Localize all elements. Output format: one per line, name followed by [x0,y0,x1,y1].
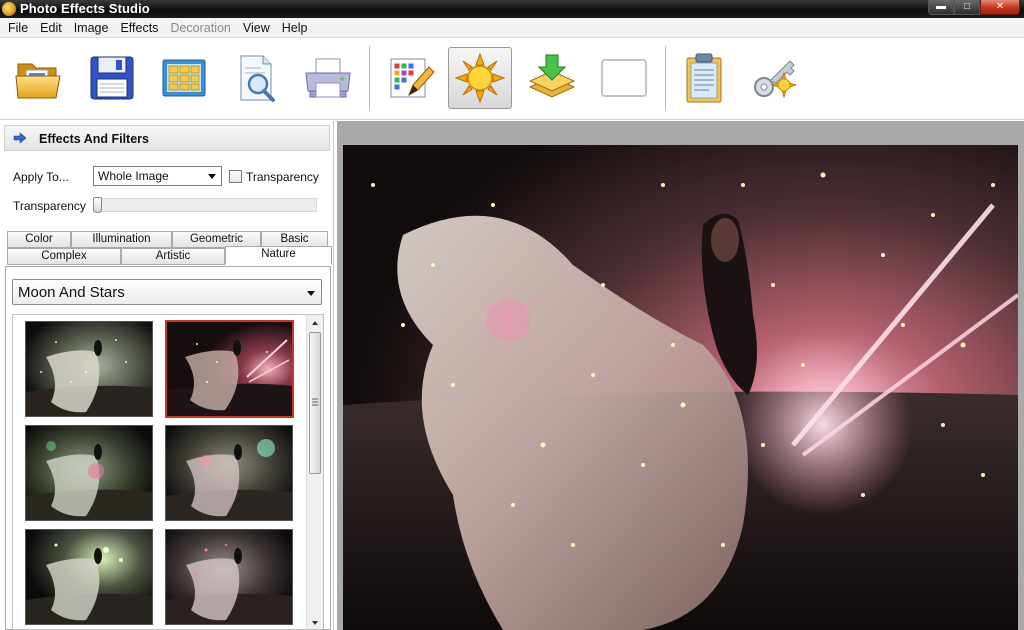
layers-download-icon [528,54,576,98]
blank-frame-button[interactable] [592,47,656,109]
thumbnail-image [26,426,152,520]
print-button[interactable] [296,47,360,109]
menu-view[interactable]: View [237,18,276,38]
apply-layers-button[interactable] [520,47,584,109]
edited-photo[interactable] [343,145,1018,630]
thumbnail-scrollbar[interactable] [306,315,323,629]
window-controls: ▬ □ ✕ [928,0,1020,16]
menu-image[interactable]: Image [68,18,115,38]
color-grid-edit-button[interactable] [378,47,442,109]
window-title: Photo Effects Studio [20,1,150,16]
sun-icon [454,52,506,104]
close-button[interactable]: ✕ [980,0,1020,15]
effect-select[interactable]: Moon And Stars [12,279,322,305]
open-folder-icon [15,63,61,99]
tab-complex[interactable]: Complex [7,248,121,265]
effect-thumbnail[interactable] [25,425,153,521]
apply-to-label: Apply To... [13,170,69,184]
menu-decoration[interactable]: Decoration [164,18,236,38]
effect-thumbnail-selected[interactable] [165,320,294,418]
effect-thumbnail[interactable] [165,425,293,521]
apply-to-select[interactable]: Whole Image [93,166,222,186]
thumbnail-image [166,530,292,624]
arrow-right-icon [13,132,27,144]
tab-nature[interactable]: Nature [225,246,332,265]
transparency-checkbox-label: Transparency [246,170,319,184]
thumbnail-image [26,530,152,624]
chevron-down-icon [312,621,318,625]
transparency-checkbox[interactable] [229,170,242,183]
tab-color[interactable]: Color [7,231,71,248]
panel-title: Effects And Filters [39,132,149,146]
clipboard-icon [686,53,722,103]
menu-bar: File Edit Image Effects Decoration View … [0,18,1024,38]
chevron-up-icon [312,321,318,325]
title-bar: Photo Effects Studio ▬ □ ✕ [0,0,1024,18]
app-palette-icon [2,2,16,16]
effects-button[interactable] [448,47,512,109]
image-canvas [337,121,1024,630]
toolbar [0,38,1024,120]
grip-icon [312,398,318,406]
tab-illumination[interactable]: Illumination [71,231,172,248]
blank-frame-icon [601,59,647,97]
clipboard-button[interactable] [672,47,736,109]
scroll-down-button[interactable] [307,615,323,629]
menu-help[interactable]: Help [276,18,314,38]
open-button[interactable] [8,47,72,109]
printer-icon [305,58,351,98]
chevron-down-icon [307,291,315,296]
save-disk-icon [90,56,134,100]
grid-pencil-icon [390,58,435,98]
scroll-up-button[interactable] [307,315,323,331]
effects-panel: Effects And Filters Apply To... Whole Im… [0,121,334,630]
menu-edit[interactable]: Edit [34,18,68,38]
toolbar-separator [665,46,666,110]
preview-button[interactable] [224,47,288,109]
effect-select-value: Moon And Stars [18,284,125,301]
chevron-down-icon [208,174,216,179]
batch-grid-button[interactable] [152,47,216,109]
effect-thumbnails [12,314,324,630]
panel-header[interactable]: Effects And Filters [4,125,330,151]
photo-image [343,145,1018,630]
document-search-icon [240,55,275,102]
menu-effects[interactable]: Effects [114,18,164,38]
scrollbar-thumb[interactable] [309,332,321,474]
key-sun-icon [754,60,798,99]
register-key-button[interactable] [744,47,808,109]
effect-thumbnail[interactable] [165,529,293,625]
apply-to-value: Whole Image [98,169,169,183]
thumbnail-image [166,426,292,520]
transparency-slider-thumb[interactable] [93,197,102,213]
minimize-button[interactable]: ▬ [928,0,954,15]
transparency-slider[interactable] [93,198,317,212]
toolbar-separator [369,46,370,110]
thumbnail-image [26,322,152,416]
menu-file[interactable]: File [2,18,34,38]
grid-icon [162,59,206,97]
thumbnail-image [167,322,292,416]
effect-thumbnail[interactable] [25,321,153,417]
transparency-slider-label: Transparency [13,199,86,213]
maximize-button[interactable]: □ [954,0,980,15]
save-button[interactable] [80,47,144,109]
tab-artistic[interactable]: Artistic [121,248,225,265]
effect-thumbnail[interactable] [25,529,153,625]
